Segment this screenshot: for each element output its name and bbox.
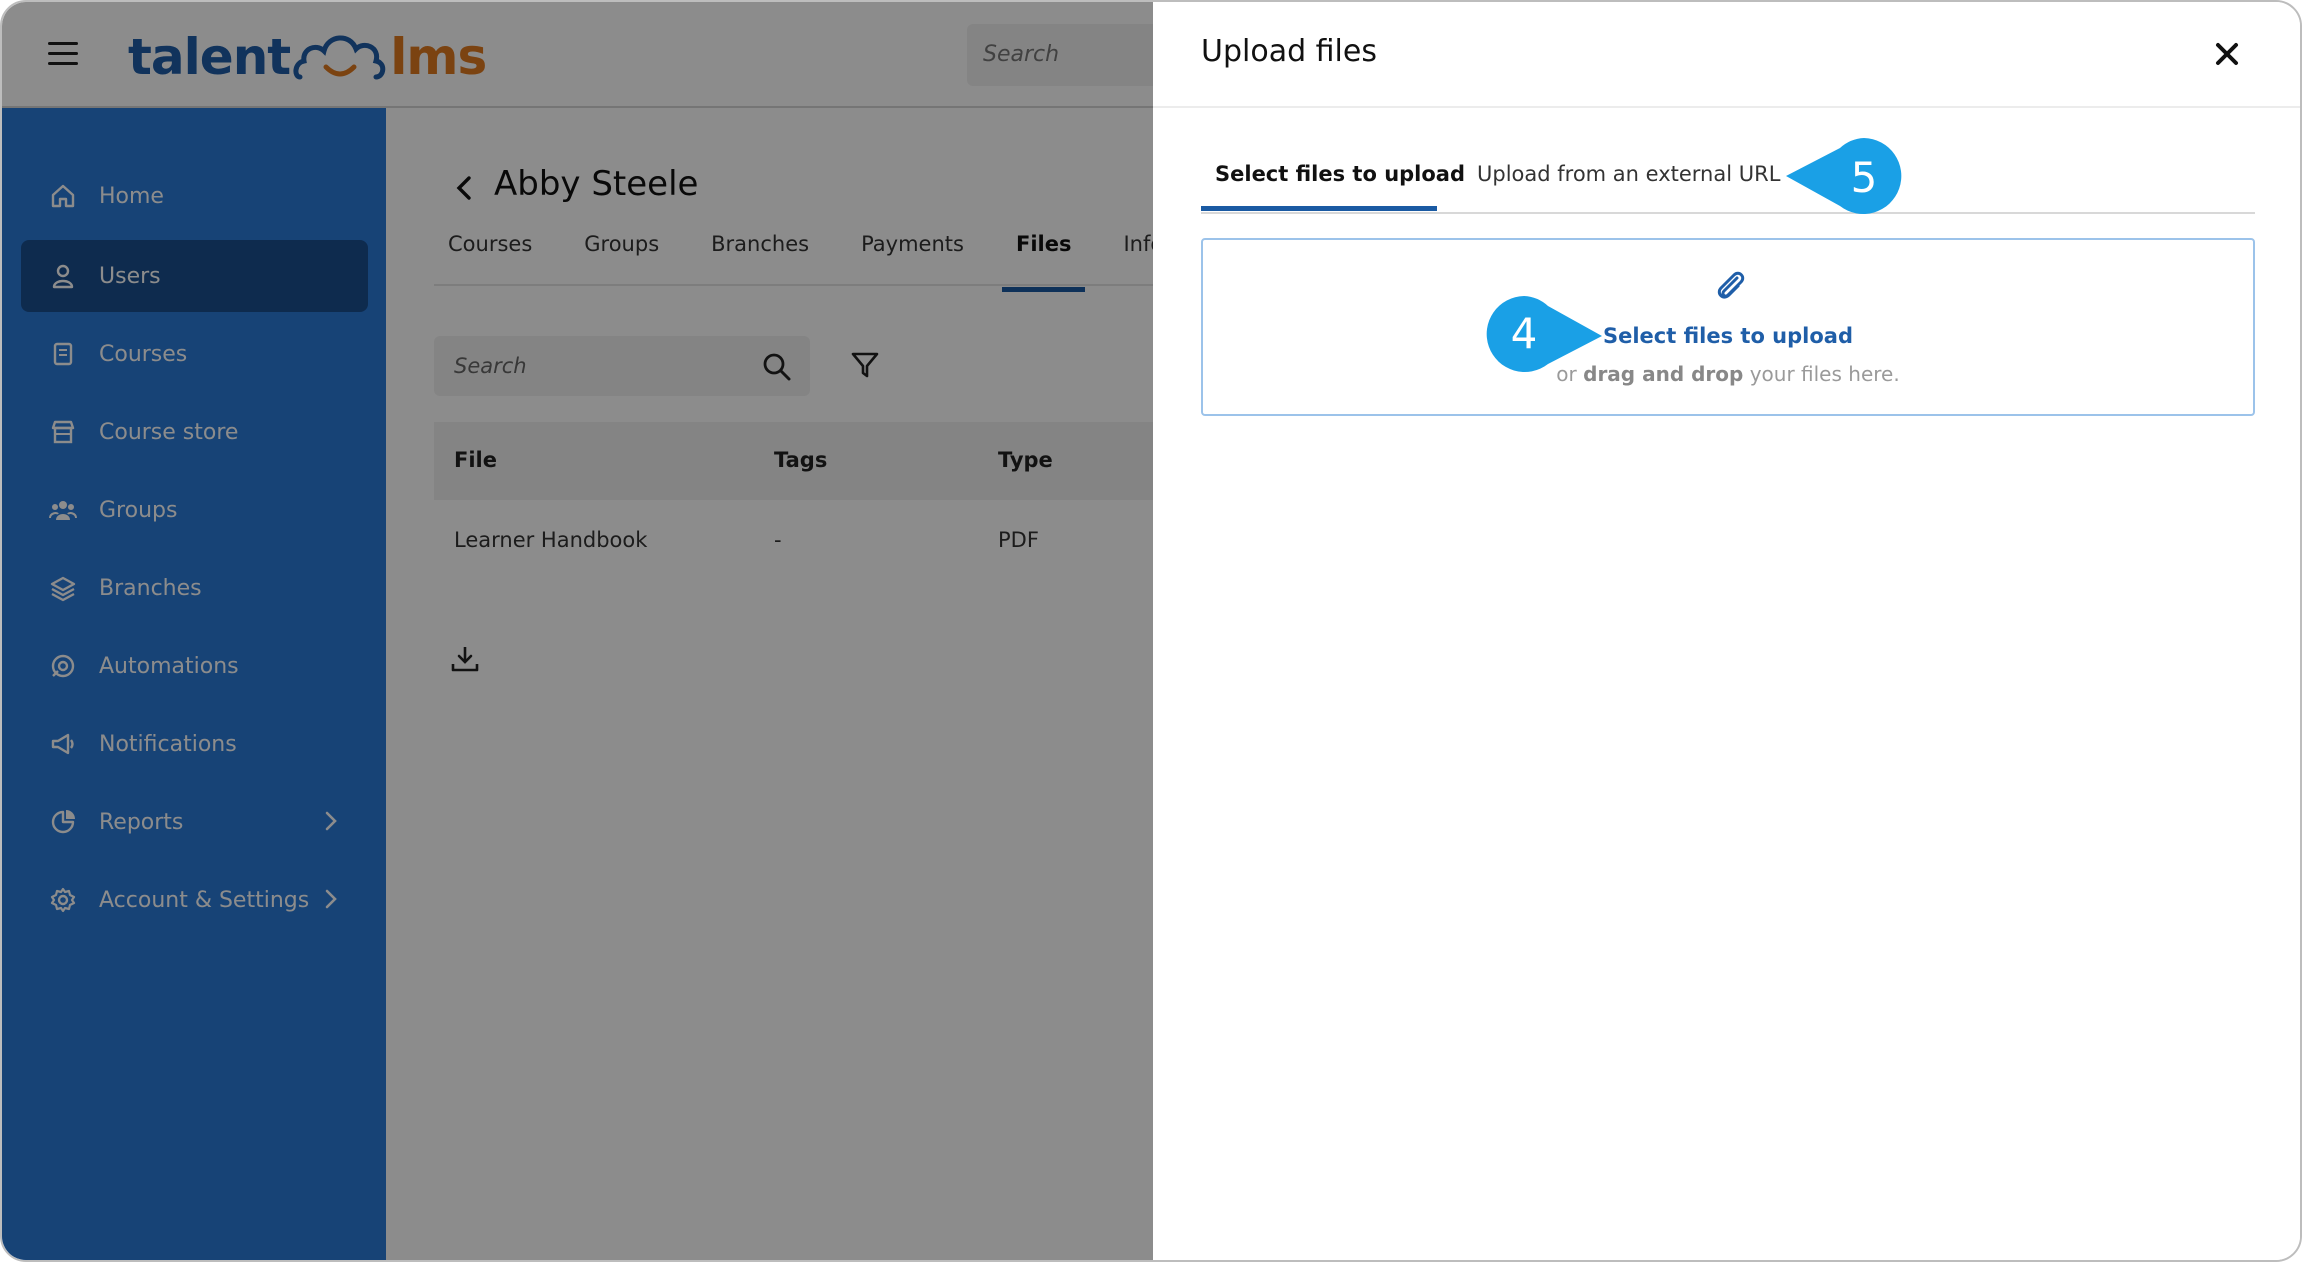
step-5-callout: 5: [1786, 138, 1902, 214]
step-4-label: 4: [1511, 309, 1538, 358]
active-tab-indicator: [1201, 206, 1437, 211]
upload-tabs: Select files to upload Upload from an ex…: [1201, 154, 2255, 214]
screen-frame: talent lms Search Home Users Courses Cou…: [0, 0, 2302, 1262]
tab-select-files[interactable]: Select files to upload: [1215, 162, 1465, 186]
select-files-link[interactable]: Select files to upload: [1203, 324, 2253, 348]
paperclip-icon: [1717, 271, 1745, 299]
drag-drop-hint: or drag and drop your files here.: [1203, 362, 2253, 386]
file-dropzone[interactable]: Select files to upload or drag and drop …: [1201, 238, 2255, 416]
step-5-label: 5: [1851, 153, 1878, 202]
hint-bold: drag and drop: [1583, 362, 1744, 386]
modal-backdrop[interactable]: [2, 2, 1153, 1260]
close-icon[interactable]: [2211, 38, 2243, 70]
app-background: talent lms Search Home Users Courses Cou…: [2, 2, 1167, 1260]
panel-title: Upload files: [1201, 34, 1377, 69]
upload-files-panel: Upload files Select files to upload Uplo…: [1153, 2, 2300, 1260]
panel-header: Upload files: [1153, 2, 2300, 108]
step-4-callout: 4: [1486, 296, 1602, 372]
hint-suffix: your files here.: [1749, 362, 1900, 386]
tab-external-url[interactable]: Upload from an external URL: [1477, 162, 1780, 186]
